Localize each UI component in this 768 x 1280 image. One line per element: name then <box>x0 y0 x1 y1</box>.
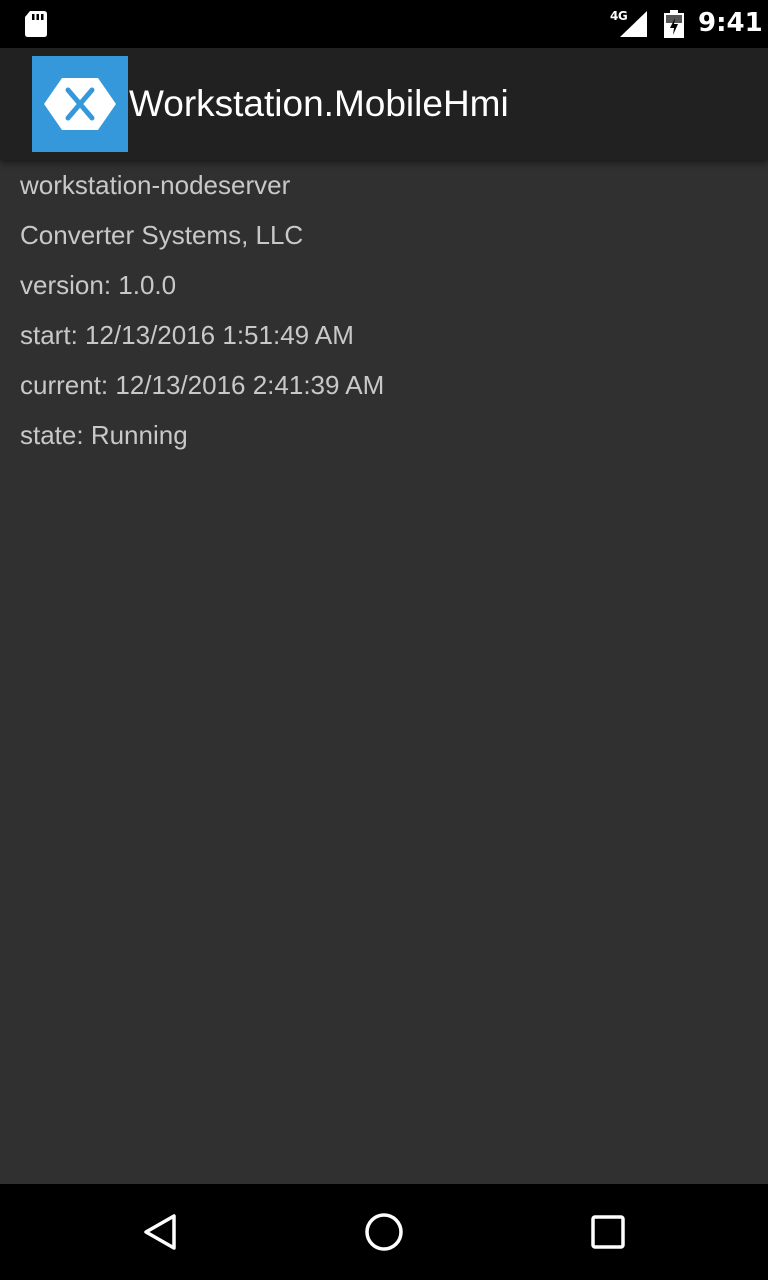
sd-card-icon <box>25 11 47 37</box>
version-text: version: 1.0.0 <box>20 270 177 300</box>
back-icon <box>144 1214 176 1250</box>
recents-icon <box>591 1215 625 1249</box>
info-panel: workstation-nodeserver Converter Systems… <box>20 160 748 460</box>
app-title: Workstation.MobileHmi <box>129 83 509 124</box>
screen: 4G 9:41 Workstation.MobileHmi workstatio… <box>0 0 768 1280</box>
service-name: workstation-nodeserver <box>20 170 291 200</box>
clock: 9:41 <box>698 8 763 38</box>
home-icon <box>365 1213 403 1251</box>
signal-icon <box>620 11 647 37</box>
back-button[interactable] <box>136 1208 184 1256</box>
state-text: state: Running <box>20 420 188 450</box>
recents-button[interactable] <box>584 1208 632 1256</box>
xamarin-logo-icon <box>32 56 128 152</box>
home-button[interactable] <box>360 1208 408 1256</box>
battery-icon <box>664 10 684 38</box>
current-time-text: current: 12/13/2016 2:41:39 AM <box>20 370 385 400</box>
app-bar: Workstation.MobileHmi <box>0 48 768 160</box>
navigation-bar <box>0 1184 768 1280</box>
status-bar: 4G 9:41 <box>0 0 768 48</box>
company-name: Converter Systems, LLC <box>20 220 304 250</box>
start-time-text: start: 12/13/2016 1:51:49 AM <box>20 320 354 350</box>
